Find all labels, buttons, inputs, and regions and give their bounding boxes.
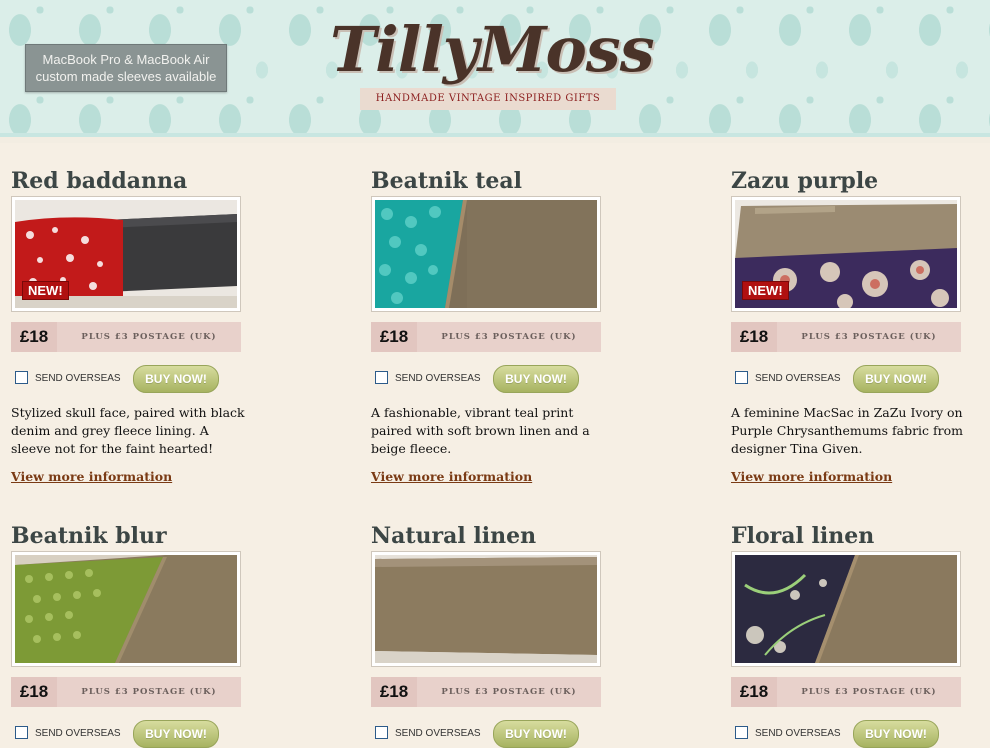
postage-note: PLUS £3 POSTAGE (UK) [801,687,937,697]
product-price: £18 [731,677,777,707]
send-overseas-label: SEND OVERSEAS [755,728,841,739]
product-card-floral-linen: Floral linen £18 PLUS £3 POSTAGE (UK) SE… [731,521,961,748]
product-price: £18 [371,322,417,352]
site-header: MacBook Pro & MacBook Air custom made sl… [0,0,990,143]
product-photo[interactable]: NEW! [11,196,241,312]
product-card-natural-linen: Natural linen £18 PLUS £3 POSTAGE (UK) S… [371,521,601,748]
product-card-red-baddanna: Red baddanna NEW! £18 PLUS £3 POSTAGE (U… [11,166,245,484]
product-price: £18 [11,677,57,707]
buy-now-button[interactable]: BUY NOW! [133,365,219,393]
send-overseas-label: SEND OVERSEAS [35,373,121,384]
postage-note: PLUS £3 POSTAGE (UK) [81,687,217,697]
new-badge: NEW! [742,281,789,300]
product-description: A fashionable, vibrant teal print paired… [371,405,590,456]
price-row: £18 PLUS £3 POSTAGE (UK) [731,322,961,352]
product-price: £18 [371,677,417,707]
view-more-link[interactable]: View more information [731,469,892,484]
site-tagline: HANDMADE VINTAGE INSPIRED GIFTS [360,88,616,110]
product-title[interactable]: Natural linen [371,521,601,551]
product-title[interactable]: Red baddanna [11,166,241,196]
price-row: £18 PLUS £3 POSTAGE (UK) [731,677,961,707]
postage-note: PLUS £3 POSTAGE (UK) [441,332,577,342]
product-description: A feminine MacSac in ZaZu Ivory on Purpl… [731,405,964,456]
product-photo[interactable] [731,551,961,667]
postage-note: PLUS £3 POSTAGE (UK) [801,332,937,342]
send-overseas-checkbox[interactable] [15,370,28,384]
product-photo[interactable] [371,196,601,312]
send-overseas-checkbox[interactable] [375,370,388,384]
send-overseas-option[interactable]: SEND OVERSEAS [735,725,841,742]
product-description: Stylized skull face, paired with black d… [11,405,245,456]
send-overseas-option[interactable]: SEND OVERSEAS [15,725,121,742]
send-overseas-option[interactable]: SEND OVERSEAS [375,725,481,742]
send-overseas-label: SEND OVERSEAS [755,373,841,384]
send-overseas-checkbox[interactable] [375,725,388,739]
view-more-link[interactable]: View more information [11,469,172,484]
product-photo[interactable] [371,551,601,667]
product-price: £18 [11,322,57,352]
product-price: £18 [731,322,777,352]
buy-now-button[interactable]: BUY NOW! [853,365,939,393]
send-overseas-option[interactable]: SEND OVERSEAS [735,370,841,387]
send-overseas-label: SEND OVERSEAS [395,373,481,384]
promo-line-1: MacBook Pro & MacBook Air [42,52,210,67]
send-overseas-label: SEND OVERSEAS [35,728,121,739]
product-title[interactable]: Floral linen [731,521,961,551]
product-card-beatnik-blur: Beatnik blur £18 PLUS £3 POSTAGE (UK) SE… [11,521,241,748]
postage-note: PLUS £3 POSTAGE (UK) [81,332,217,342]
product-title[interactable]: Beatnik teal [371,166,601,196]
product-title[interactable]: Zazu purple [731,166,961,196]
product-card-zazu-purple: Zazu purple NEW! £18 PLUS £3 POSTAGE (UK… [731,166,963,484]
view-more-link[interactable]: View more information [371,469,532,484]
product-photo[interactable] [11,551,241,667]
price-row: £18 PLUS £3 POSTAGE (UK) [371,677,601,707]
buy-now-button[interactable]: BUY NOW! [493,365,579,393]
send-overseas-checkbox[interactable] [15,725,28,739]
send-overseas-label: SEND OVERSEAS [395,728,481,739]
product-title[interactable]: Beatnik blur [11,521,241,551]
site-logo[interactable]: TillyMoss [330,12,655,88]
product-photo[interactable]: NEW! [731,196,961,312]
new-badge: NEW! [22,281,69,300]
price-row: £18 PLUS £3 POSTAGE (UK) [11,322,241,352]
macbook-promo-banner[interactable]: MacBook Pro & MacBook Air custom made sl… [25,44,227,92]
send-overseas-checkbox[interactable] [735,370,748,384]
price-row: £18 PLUS £3 POSTAGE (UK) [371,322,601,352]
price-row: £18 PLUS £3 POSTAGE (UK) [11,677,241,707]
send-overseas-option[interactable]: SEND OVERSEAS [375,370,481,387]
postage-note: PLUS £3 POSTAGE (UK) [441,687,577,697]
send-overseas-option[interactable]: SEND OVERSEAS [15,370,121,387]
send-overseas-checkbox[interactable] [735,725,748,739]
product-card-beatnik-teal: Beatnik teal £18 PLUS £3 POSTAGE (UK) SE… [371,166,601,484]
promo-line-2: custom made sleeves available [35,69,217,84]
